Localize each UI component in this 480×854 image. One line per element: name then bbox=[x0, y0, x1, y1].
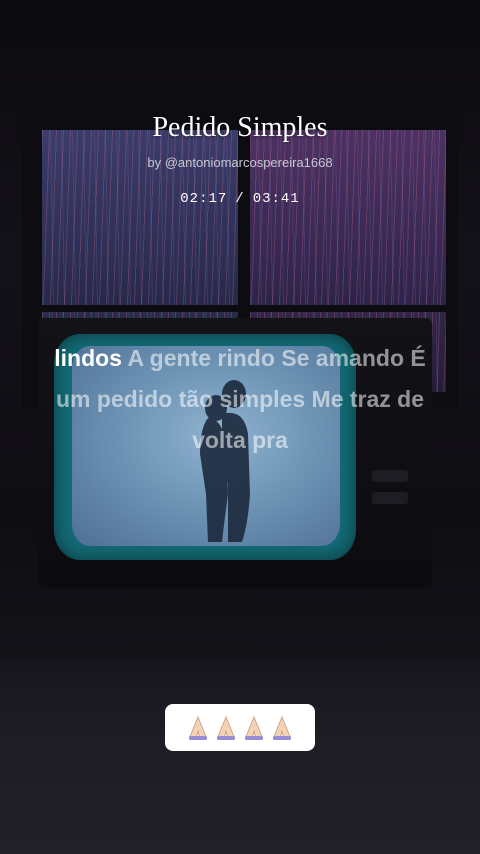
lyrics-current-word: lindos bbox=[54, 345, 122, 371]
song-title: Pedido Simples bbox=[152, 112, 328, 143]
emoji-reaction-pill[interactable]: 🙏🏻🙏🏻🙏🏻🙏🏻 bbox=[165, 704, 315, 751]
time-separator: / bbox=[235, 191, 245, 207]
folded-hands-icon bbox=[189, 715, 207, 740]
folded-hands-icon bbox=[217, 715, 235, 740]
total-time: 03:41 bbox=[252, 191, 300, 207]
folded-hands-icon bbox=[273, 715, 291, 740]
video-overlay: Pedido Simples by @antoniomarcospereira1… bbox=[0, 0, 480, 854]
playback-time: 02:17 / 03:41 bbox=[0, 191, 480, 207]
song-author[interactable]: by @antoniomarcospereira1668 bbox=[0, 155, 480, 170]
folded-hands-icon bbox=[245, 715, 263, 740]
lyrics-text: lindos A gente rindo Se amando É um pedi… bbox=[40, 338, 440, 461]
current-time: 02:17 bbox=[180, 191, 228, 207]
